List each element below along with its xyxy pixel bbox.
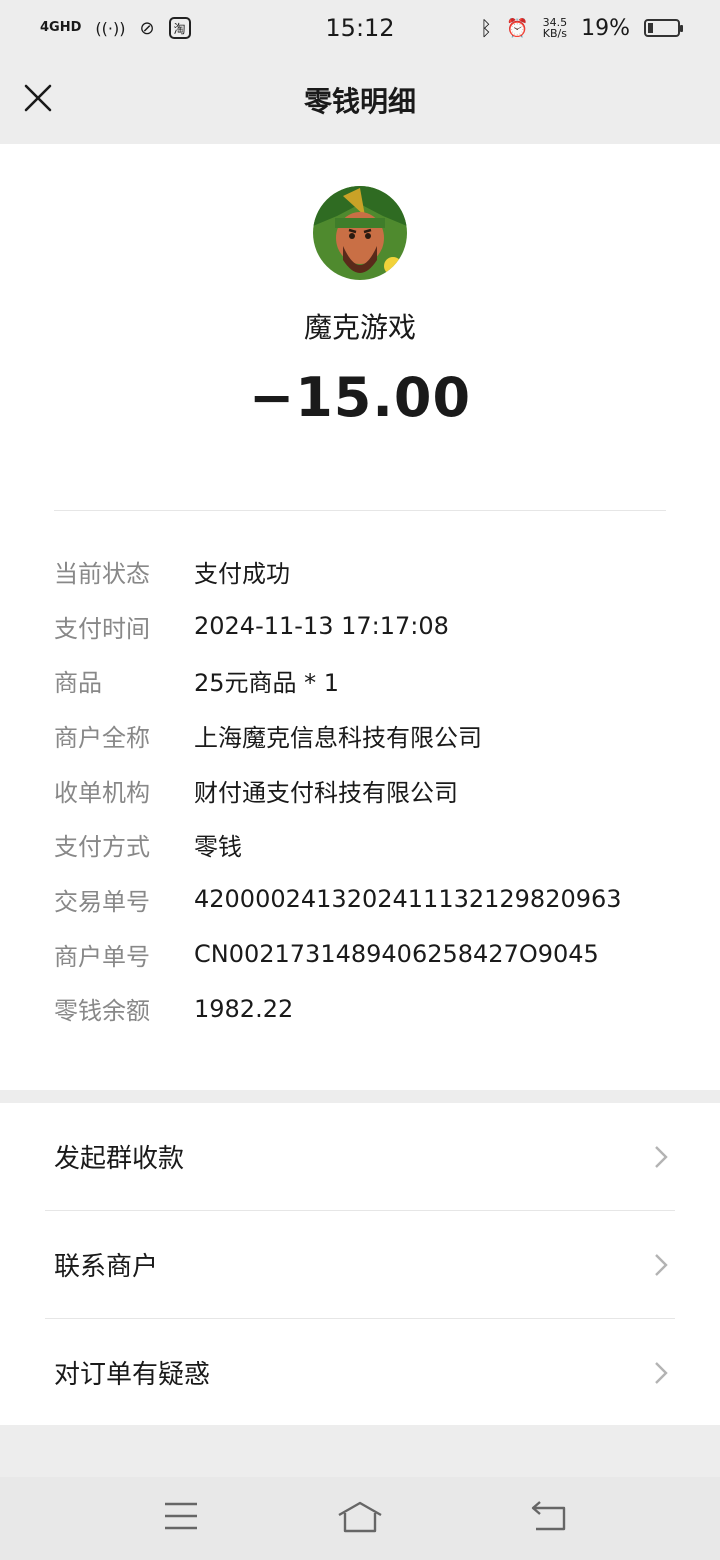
detail-value: 财付通支付科技有限公司 xyxy=(194,778,458,807)
detail-label: 交易单号 xyxy=(54,887,150,916)
detail-value: 零钱 xyxy=(194,833,242,862)
system-navigation-bar xyxy=(0,1477,720,1560)
divider xyxy=(54,510,666,511)
detail-value: 1982.22 xyxy=(194,994,294,1023)
transaction-amount: −15.00 xyxy=(248,366,472,429)
chevron-right-icon xyxy=(655,1361,668,1384)
transaction-details: 当前状态 支付成功 支付时间 2024-11-13 17:17:08 商品 25… xyxy=(54,544,674,1036)
alarm-icon: ⏰ xyxy=(506,17,529,39)
detail-value: 上海魔克信息科技有限公司 xyxy=(194,723,482,752)
chevron-right-icon xyxy=(655,1253,668,1276)
menu-icon[interactable] xyxy=(162,1499,200,1533)
detail-row-acquirer: 收单机构 财付通支付科技有限公司 xyxy=(54,763,674,818)
group-collect-button[interactable]: 发起群收款 xyxy=(0,1103,720,1210)
network-speed: 34.5 KB/s xyxy=(543,17,568,39)
bluetooth-icon: ᛒ xyxy=(480,16,493,40)
home-icon[interactable] xyxy=(336,1499,384,1535)
detail-row-product: 商品 25元商品 * 1 xyxy=(54,653,674,708)
warrior-avatar-icon xyxy=(313,186,407,280)
cellular-signal-icon: 4GHD xyxy=(40,20,82,35)
action-menu: 发起群收款 联系商户 对订单有疑惑 xyxy=(0,1103,720,1425)
detail-row-payment-method: 支付方式 零钱 xyxy=(54,817,674,872)
detail-label: 支付方式 xyxy=(54,833,150,862)
detail-label: 商户全称 xyxy=(54,723,150,752)
detail-row-merchant-order-id: 商户单号 CN0021731489406258427O9045 xyxy=(54,927,674,982)
menu-item-label: 联系商户 xyxy=(54,1252,159,1282)
transaction-card: 魔克游戏 −15.00 当前状态 支付成功 支付时间 2024-11-13 17… xyxy=(0,144,720,1090)
detail-label: 支付时间 xyxy=(54,614,150,643)
battery-icon xyxy=(644,19,683,37)
header: 零钱明细 xyxy=(0,56,720,144)
hotspot-icon: ((·)) xyxy=(95,18,126,38)
detail-row-payment-time: 支付时间 2024-11-13 17:17:08 xyxy=(54,599,674,654)
detail-value[interactable]: CN0021731489406258427O9045 xyxy=(194,940,599,968)
detail-label: 当前状态 xyxy=(54,559,150,588)
detail-row-merchant-fullname: 商户全称 上海魔克信息科技有限公司 xyxy=(54,708,674,763)
clock: 15:12 xyxy=(325,14,395,42)
contact-merchant-button[interactable]: 联系商户 xyxy=(0,1211,720,1318)
detail-label: 零钱余额 xyxy=(54,997,150,1026)
back-icon[interactable] xyxy=(530,1499,568,1533)
chevron-right-icon xyxy=(655,1145,668,1168)
status-bar: 4GHD ((·)) ⊘ 淘 15:12 ᛒ ⏰ 34.5 KB/s 19% xyxy=(0,0,720,56)
detail-row-balance: 零钱余额 1982.22 xyxy=(54,982,674,1037)
merchant-name: 魔克游戏 xyxy=(303,311,416,344)
detail-row-status: 当前状态 支付成功 xyxy=(54,544,674,599)
detail-value: 2024-11-13 17:17:08 xyxy=(194,612,449,641)
merchant-avatar xyxy=(313,186,407,280)
detail-label: 商品 xyxy=(54,669,102,698)
detail-row-transaction-id: 交易单号 4200002413202411132129820963 xyxy=(54,872,674,927)
menu-item-label: 对订单有疑惑 xyxy=(54,1360,211,1390)
net-speed-unit: KB/s xyxy=(542,27,567,40)
detail-label: 商户单号 xyxy=(54,942,150,971)
taobao-notification-icon: 淘 xyxy=(168,17,191,39)
page-title: 零钱明细 xyxy=(303,85,416,118)
detail-label: 收单机构 xyxy=(54,778,150,807)
detail-value: 25元商品 * 1 xyxy=(194,669,340,698)
menu-item-label: 发起群收款 xyxy=(54,1144,185,1174)
detail-value: 支付成功 xyxy=(194,559,290,588)
detail-value[interactable]: 4200002413202411132129820963 xyxy=(194,885,622,913)
close-icon[interactable] xyxy=(20,80,56,116)
app-notification-icon: ⊘ xyxy=(139,17,155,39)
battery-fill xyxy=(648,23,653,33)
battery-percent: 19% xyxy=(581,15,630,41)
order-question-button[interactable]: 对订单有疑惑 xyxy=(0,1319,720,1426)
